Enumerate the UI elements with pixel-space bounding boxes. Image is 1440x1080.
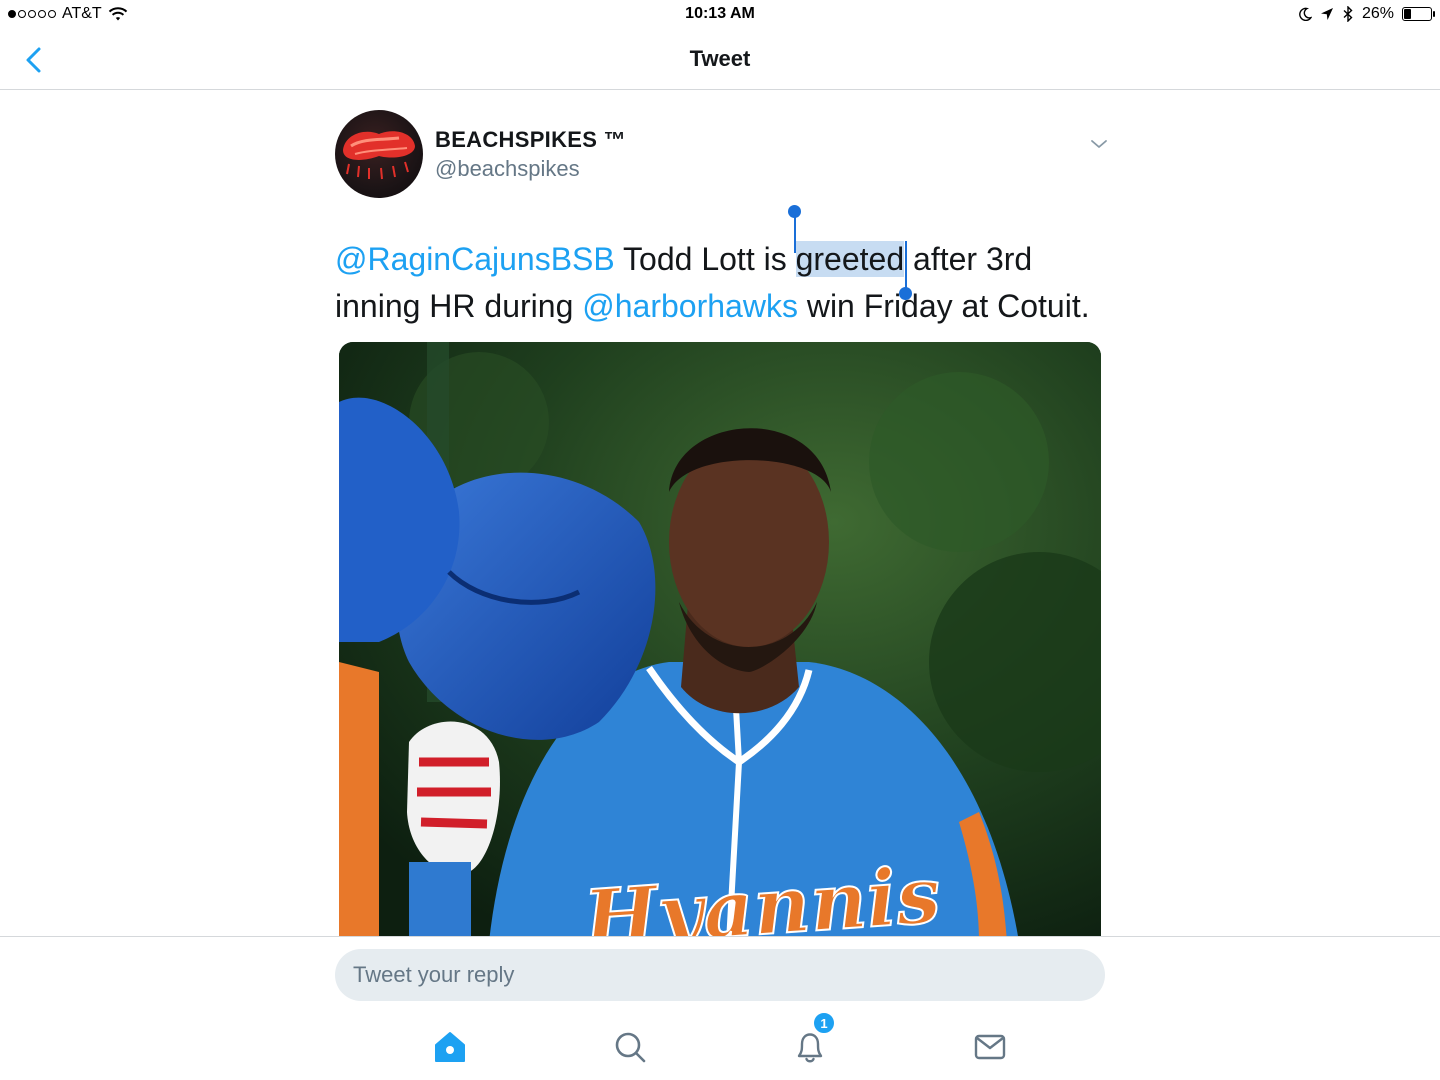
tab-messages[interactable]	[970, 1027, 1010, 1067]
tab-notifications[interactable]: 1	[790, 1011, 836, 1067]
selected-word: greeted	[795, 241, 905, 277]
status-time: 10:13 AM	[685, 5, 755, 22]
chevron-down-icon	[1091, 140, 1107, 148]
search-icon	[615, 1032, 646, 1063]
moon-icon	[1299, 7, 1312, 21]
user-handle[interactable]: @beachspikes	[435, 156, 580, 182]
notification-badge: 1	[812, 1011, 836, 1035]
display-name[interactable]: BEACHSPIKES ™	[435, 127, 626, 153]
tab-home[interactable]	[430, 1027, 470, 1067]
tweet-text: @RaginCajunsBSB Todd Lott is greeted aft…	[335, 205, 1095, 330]
bluetooth-icon	[1343, 6, 1353, 22]
tweet-photo[interactable]: Hyannis	[339, 342, 1101, 942]
tweet-text-segment: Todd Lott is	[614, 241, 796, 277]
photo-illustration	[339, 342, 1101, 942]
beachspikes-logo-icon	[343, 131, 415, 180]
battery-icon	[1402, 7, 1435, 21]
tweet-text-segment: win Friday at Cotuit.	[797, 288, 1090, 324]
home-icon	[435, 1032, 465, 1062]
battery-percent: 26%	[1361, 5, 1394, 22]
selection-start-handle[interactable]	[787, 205, 801, 253]
status-bar: AT&T 10:13 AM 26%	[0, 0, 1440, 30]
mail-icon	[974, 1034, 1006, 1060]
mention-link[interactable]: @harborhawks	[582, 288, 798, 324]
page-title: Tweet	[689, 46, 751, 71]
selected-text[interactable]: greeted	[787, 205, 913, 300]
tab-search[interactable]	[610, 1027, 650, 1067]
tab-bar: 1	[0, 1011, 1440, 1079]
mention-link[interactable]: @RaginCajunsBSB	[335, 241, 615, 277]
selection-end-handle[interactable]	[899, 241, 913, 300]
nav-bar: Tweet	[0, 30, 1440, 90]
more-options-button[interactable]	[1085, 132, 1113, 156]
reply-input[interactable]	[335, 949, 1105, 1001]
reply-area: 1	[0, 936, 1440, 1080]
avatar[interactable]	[335, 110, 423, 198]
status-right: 26%	[1298, 5, 1435, 23]
location-arrow-icon	[1320, 8, 1333, 20]
